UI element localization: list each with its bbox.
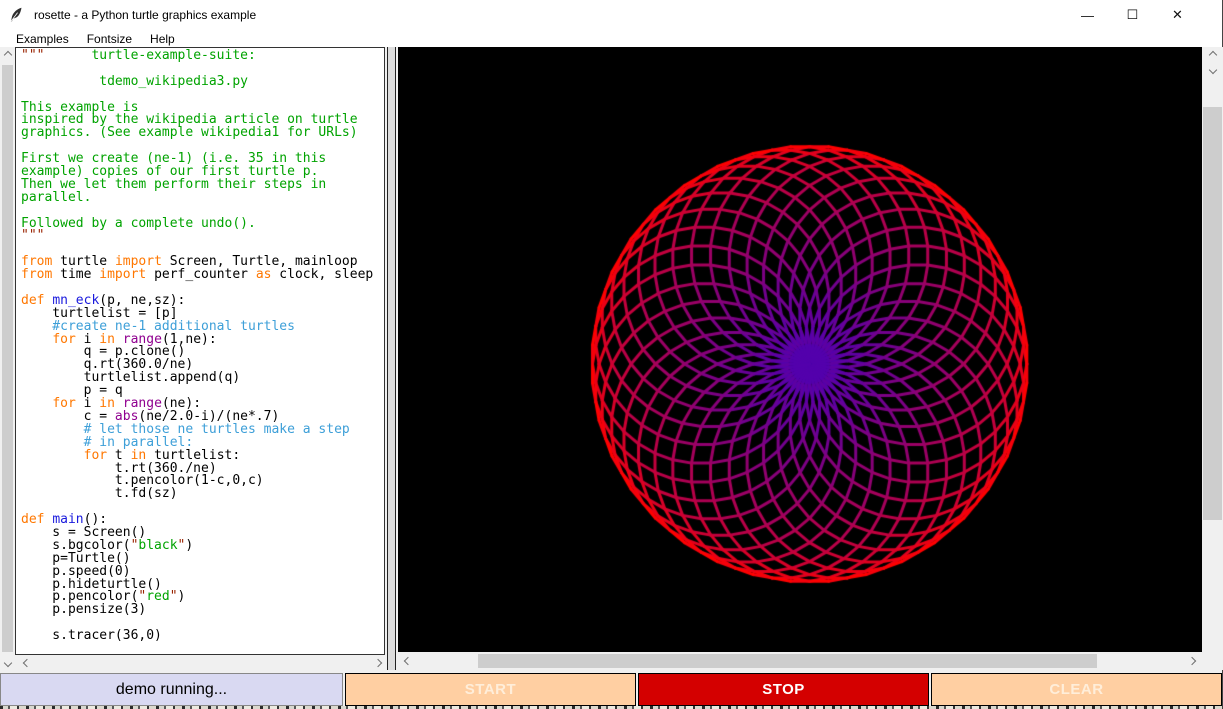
close-button[interactable]: ✕ [1155, 1, 1200, 29]
chevron-left-icon [22, 658, 30, 666]
menu-bar: Examples Fontsize Help [0, 30, 1222, 47]
scroll-left-arrow[interactable] [19, 655, 34, 670]
code-vscroll-thumb[interactable] [2, 65, 13, 652]
minimize-button[interactable]: — [1065, 1, 1110, 29]
code-line: p.pensize(3) [21, 604, 384, 617]
canvas-hscroll-thumb[interactable] [478, 654, 1097, 668]
code-line: parallel. [21, 192, 384, 205]
canvas-column [398, 47, 1202, 670]
status-label: demo running... [0, 673, 343, 706]
maximize-button[interactable]: ☐ [1110, 1, 1155, 29]
app-window: rosette - a Python turtle graphics examp… [0, 0, 1223, 709]
canvas-vscroll-thumb[interactable] [1203, 107, 1222, 520]
chevron-left-icon [404, 657, 412, 665]
code-line: """ turtle-example-suite: [21, 50, 384, 63]
code-line: graphics. (See example wikipedia1 for UR… [21, 127, 384, 140]
code-line: """ [21, 230, 384, 243]
main-area: """ turtle-example-suite: tdemo_wikipedi… [0, 47, 1222, 670]
turtle-canvas [398, 47, 1202, 652]
scroll-up-arrow[interactable] [1203, 47, 1223, 62]
control-bar: demo running... START STOP CLEAR [0, 673, 1222, 706]
menu-fontsize[interactable]: Fontsize [78, 30, 141, 47]
pane-sash[interactable] [385, 47, 398, 670]
code-line: s.tracer(36,0) [21, 630, 384, 643]
title-bar: rosette - a Python turtle graphics examp… [0, 0, 1222, 30]
chevron-up-icon [1208, 50, 1216, 58]
start-button[interactable]: START [345, 673, 636, 706]
chevron-right-icon [373, 658, 381, 666]
chevron-right-icon [1188, 657, 1196, 665]
window-controls: — ☐ ✕ [1065, 1, 1214, 29]
scroll-right-arrow[interactable] [1182, 652, 1202, 670]
menu-examples[interactable]: Examples [7, 30, 78, 47]
menu-help[interactable]: Help [141, 30, 184, 47]
code-line: Followed by a complete undo(). [21, 218, 384, 231]
chevron-down-icon [1208, 65, 1216, 73]
canvas-vertical-scrollbar[interactable] [1202, 47, 1223, 652]
stop-button[interactable]: STOP [638, 673, 929, 706]
canvas-horizontal-scrollbar[interactable] [398, 652, 1202, 670]
code-line: tdemo_wikipedia3.py [21, 76, 384, 89]
scroll-up-arrow[interactable] [0, 47, 15, 62]
window-title: rosette - a Python turtle graphics examp… [34, 8, 256, 22]
python-feather-icon [8, 7, 24, 23]
scroll-down-arrow[interactable] [0, 655, 15, 670]
clear-button[interactable]: CLEAR [931, 673, 1222, 706]
chevron-down-icon [3, 658, 11, 666]
source-column: """ turtle-example-suite: tdemo_wikipedi… [15, 47, 385, 670]
code-line: from time import perf_counter as clock, … [21, 269, 384, 282]
chevron-up-icon [3, 50, 11, 58]
scroll-down-arrow[interactable] [1203, 62, 1223, 77]
scroll-left-arrow[interactable] [398, 652, 418, 670]
code-vertical-scrollbar[interactable] [0, 47, 15, 670]
scroll-right-arrow[interactable] [370, 655, 385, 670]
code-horizontal-scrollbar[interactable] [15, 655, 385, 670]
source-code[interactable]: """ turtle-example-suite: tdemo_wikipedi… [15, 47, 385, 655]
code-line: t.fd(sz) [21, 488, 384, 501]
